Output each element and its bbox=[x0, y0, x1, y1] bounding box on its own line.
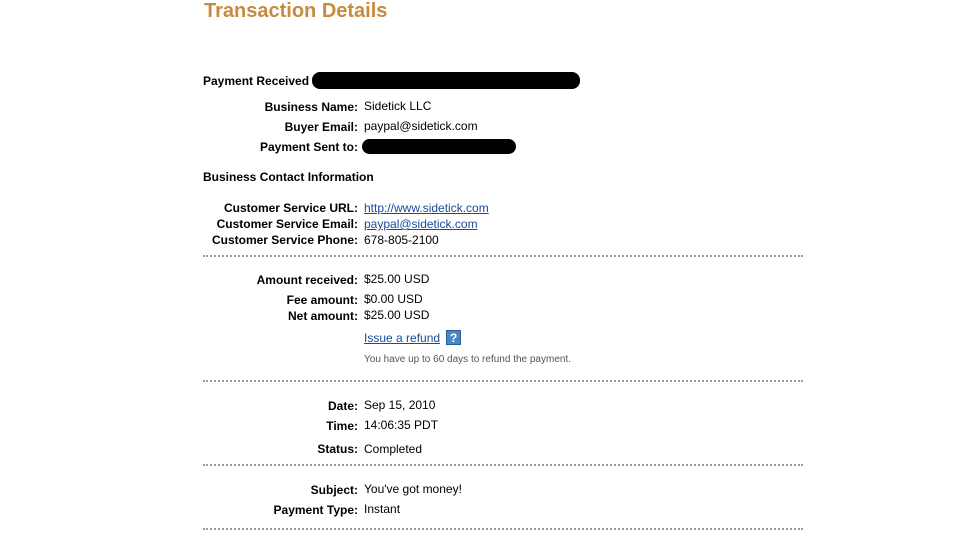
date-value: Sep 15, 2010 bbox=[364, 398, 436, 412]
cs-url-label: Customer Service URL: bbox=[223, 201, 358, 215]
cs-url-link[interactable]: http://www.sidetick.com bbox=[364, 201, 489, 215]
amount-received-label: Amount received: bbox=[256, 273, 358, 287]
cs-email-link[interactable]: paypal@sidetick.com bbox=[364, 217, 478, 231]
payment-received-label: Payment Received bbox=[203, 74, 310, 88]
divider bbox=[203, 255, 803, 257]
subject-label: Subject: bbox=[310, 483, 358, 497]
divider bbox=[203, 380, 803, 382]
divider bbox=[203, 528, 803, 530]
help-icon[interactable]: ? bbox=[446, 330, 461, 345]
issue-refund-link[interactable]: Issue a refund bbox=[364, 331, 440, 345]
business-name-label: Business Name: bbox=[264, 100, 358, 114]
status-label: Status: bbox=[317, 442, 358, 456]
business-name-value: Sidetick LLC bbox=[364, 99, 432, 113]
cs-phone-value: 678-805-2100 bbox=[364, 233, 439, 247]
refund-note: You have up to 60 days to refund the pay… bbox=[364, 354, 572, 365]
net-amount-label: Net amount: bbox=[288, 309, 358, 323]
buyer-email-label: Buyer Email: bbox=[284, 120, 358, 134]
page-title: Transaction Details bbox=[204, 0, 388, 22]
redacted-recipient bbox=[362, 139, 516, 154]
subject-value: You've got money! bbox=[364, 482, 462, 496]
time-value: 14:06:35 PDT bbox=[364, 418, 439, 432]
redacted-sender bbox=[312, 72, 580, 89]
buyer-email-value: paypal@sidetick.com bbox=[364, 119, 478, 133]
payment-type-label: Payment Type: bbox=[273, 503, 358, 517]
amount-received-value: $25.00 USD bbox=[364, 272, 430, 286]
fee-amount-value: $0.00 USD bbox=[364, 292, 423, 306]
date-label: Date: bbox=[327, 399, 358, 413]
payment-type-value: Instant bbox=[364, 502, 401, 516]
cs-phone-label: Customer Service Phone: bbox=[211, 233, 358, 247]
contact-heading: Business Contact Information bbox=[203, 170, 374, 184]
fee-amount-label: Fee amount: bbox=[286, 293, 358, 307]
divider bbox=[203, 464, 803, 466]
time-label: Time: bbox=[326, 419, 358, 433]
status-value: Completed bbox=[364, 442, 423, 456]
net-amount-value: $25.00 USD bbox=[364, 308, 430, 322]
cs-email-label: Customer Service Email: bbox=[216, 217, 358, 231]
payment-sent-to-label: Payment Sent to: bbox=[259, 140, 358, 154]
